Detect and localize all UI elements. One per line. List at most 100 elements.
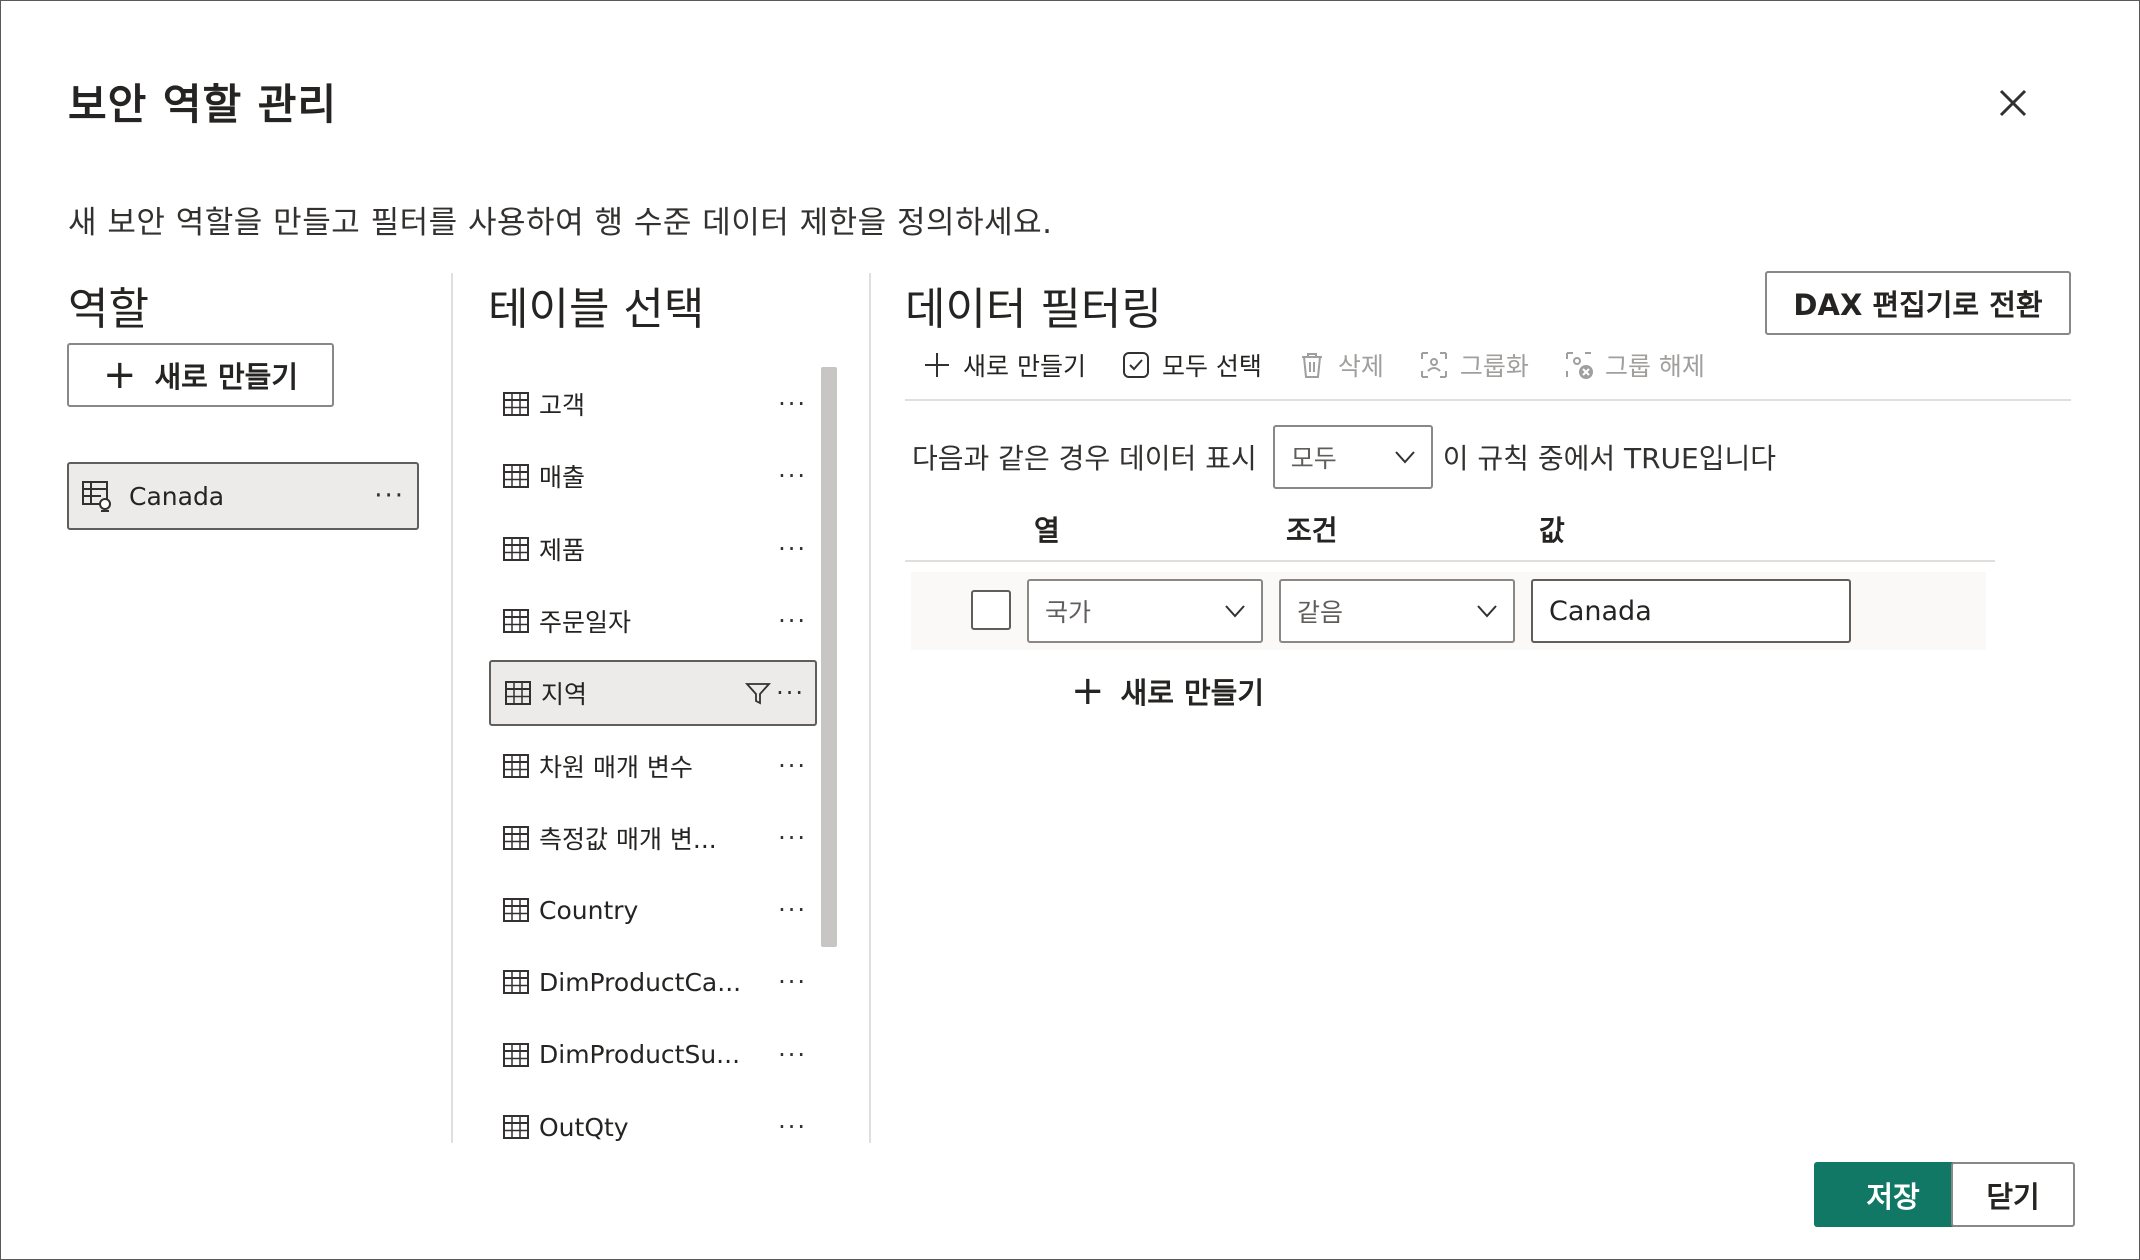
- table-item[interactable]: 매출 ···: [489, 443, 817, 509]
- toolbar-delete-button[interactable]: 삭제: [1296, 347, 1384, 383]
- rule-condition-dropdown[interactable]: 같음: [1279, 579, 1515, 643]
- table-list: 고객 ··· 매출 ··· 제품 ··· 주문일자 ··· 지역 ··· 차원 매개 변수 ··· 측정…: [489, 376, 819, 1146]
- table-item[interactable]: 지역 ···: [489, 660, 817, 727]
- table-label: Country: [539, 895, 639, 925]
- tables-heading: 테이블 선택: [488, 284, 705, 335]
- column-header-condition: 조건: [1286, 514, 1338, 547]
- dialog-title: 보안 역할 관리: [68, 80, 338, 129]
- chevron-down-icon: [1477, 605, 1497, 618]
- chevron-down-icon: [1394, 451, 1415, 464]
- table-item[interactable]: Country ···: [489, 877, 817, 943]
- rule-mode-value: 모두: [1290, 444, 1337, 473]
- more-options-icon[interactable]: ···: [778, 607, 807, 635]
- table-icon: [503, 536, 529, 561]
- close-icon[interactable]: [1989, 79, 2037, 127]
- rule-suffix: 이 규칙 중에서 TRUE입니다: [1442, 442, 1777, 475]
- table-icon: [503, 464, 529, 489]
- plus-icon: +: [102, 352, 137, 398]
- more-options-icon[interactable]: ···: [776, 679, 805, 707]
- table-item[interactable]: DimProductSu... ···: [489, 1022, 817, 1088]
- table-list-scrollbar[interactable]: [821, 367, 837, 947]
- table-icon: [503, 1042, 529, 1067]
- more-options-icon[interactable]: ···: [778, 535, 807, 563]
- plus-icon: +: [1071, 668, 1105, 714]
- rule-checkbox[interactable]: [971, 590, 1011, 630]
- table-item[interactable]: DimProductCa... ···: [489, 949, 817, 1015]
- table-label: 측정값 매개 변...: [539, 824, 717, 854]
- more-options-icon[interactable]: ···: [778, 462, 807, 490]
- close-button[interactable]: 닫기: [1951, 1162, 2075, 1227]
- new-role-button[interactable]: + 새로 만들기: [67, 343, 334, 407]
- more-options-icon[interactable]: ···: [778, 752, 807, 780]
- more-options-icon[interactable]: ···: [778, 1113, 807, 1141]
- role-label: Canada: [129, 481, 225, 511]
- toolbar-group-label: 그룹화: [1459, 352, 1529, 381]
- filter-heading: 데이터 필터링: [905, 284, 1162, 335]
- trash-icon: [1301, 353, 1322, 378]
- more-options-icon[interactable]: ···: [778, 390, 807, 418]
- rule-column-dropdown[interactable]: 국가: [1027, 579, 1263, 643]
- toolbar-ungroup-label: 그룹 해제: [1604, 352, 1705, 381]
- table-icon: [503, 753, 529, 778]
- save-button[interactable]: 저장: [1814, 1162, 1972, 1227]
- toolbar-divider: [905, 399, 2071, 401]
- manage-roles-dialog: 보안 역할 관리 새 보안 역할을 만들고 필터를 사용하여 행 수준 데이터 …: [0, 0, 2140, 1260]
- dialog-description: 새 보안 역할을 만들고 필터를 사용하여 행 수준 데이터 제한을 정의하세요…: [68, 205, 1053, 241]
- table-icon: [503, 825, 529, 850]
- rule-prefix: 다음과 같은 경우 데이터 표시: [912, 442, 1257, 475]
- more-options-icon[interactable]: ···: [374, 481, 405, 511]
- role-item-canada[interactable]: Canada ···: [67, 462, 419, 530]
- filter-toolbar: 새로 만들기 모두 선택 삭제 그룹화 그룹 해제: [921, 343, 1739, 387]
- more-options-icon[interactable]: ···: [778, 1041, 807, 1069]
- table-label: 차원 매개 변수: [539, 752, 693, 782]
- toolbar-new-button[interactable]: 새로 만들기: [921, 347, 1086, 383]
- column-divider: [451, 273, 453, 1143]
- table-icon: [503, 970, 529, 995]
- roles-heading: 역할: [68, 284, 149, 335]
- table-item[interactable]: 차원 매개 변수 ···: [489, 733, 817, 799]
- more-options-icon[interactable]: ···: [778, 824, 807, 852]
- table-item[interactable]: 주문일자 ···: [489, 588, 817, 654]
- chevron-down-icon: [1225, 605, 1245, 618]
- group-icon: [1420, 352, 1447, 378]
- table-label: OutQty: [539, 1112, 629, 1142]
- table-icon: [503, 608, 529, 633]
- new-rule-label: 새로 만들기: [1120, 676, 1265, 710]
- table-label: DimProductCa...: [539, 967, 742, 997]
- checkbox-check-icon: [1122, 352, 1149, 378]
- plus-icon: [925, 353, 949, 377]
- table-label: 매출: [539, 463, 586, 493]
- table-label: 제품: [539, 535, 586, 565]
- column-header-value: 값: [1539, 514, 1565, 547]
- table-icon: [503, 392, 529, 416]
- table-label: DimProductSu...: [539, 1040, 741, 1070]
- table-item[interactable]: 고객 ···: [489, 376, 817, 437]
- rule-column-value: 국가: [1045, 598, 1092, 627]
- table-item[interactable]: OutQty ···: [489, 1094, 817, 1146]
- more-options-icon[interactable]: ···: [778, 968, 807, 996]
- more-options-icon[interactable]: ···: [778, 896, 807, 924]
- toolbar-ungroup-button[interactable]: 그룹 해제: [1563, 347, 1705, 383]
- rule-mode-dropdown[interactable]: 모두: [1272, 425, 1433, 489]
- table-label: 지역: [541, 680, 588, 710]
- rule-value-input[interactable]: Canada: [1531, 579, 1851, 643]
- table-icon: [505, 681, 531, 706]
- filter-icon: [745, 683, 772, 705]
- table-item[interactable]: 제품 ···: [489, 516, 817, 582]
- toolbar-delete-label: 삭제: [1337, 352, 1384, 381]
- new-rule-button[interactable]: + 새로 만들기: [1071, 669, 1264, 713]
- switch-to-dax-button[interactable]: DAX 편집기로 전환: [1765, 271, 2071, 335]
- table-icon: [503, 1115, 529, 1139]
- toolbar-select-all-label: 모두 선택: [1161, 352, 1262, 381]
- toolbar-select-all-button[interactable]: 모두 선택: [1120, 347, 1262, 383]
- table-item[interactable]: 측정값 매개 변... ···: [489, 805, 817, 871]
- toolbar-new-label: 새로 만들기: [963, 352, 1086, 381]
- new-role-label: 새로 만들기: [154, 360, 299, 394]
- toolbar-group-button[interactable]: 그룹화: [1418, 347, 1529, 383]
- rule-mode-line: 다음과 같은 경우 데이터 표시 모두 이 규칙 중에서 TRUE입니다: [912, 425, 1776, 489]
- column-header-column: 열: [1034, 514, 1060, 547]
- header-divider: [905, 560, 1995, 562]
- role-icon: [81, 479, 115, 513]
- table-label: 고객: [539, 391, 586, 420]
- ungroup-icon: [1565, 352, 1593, 379]
